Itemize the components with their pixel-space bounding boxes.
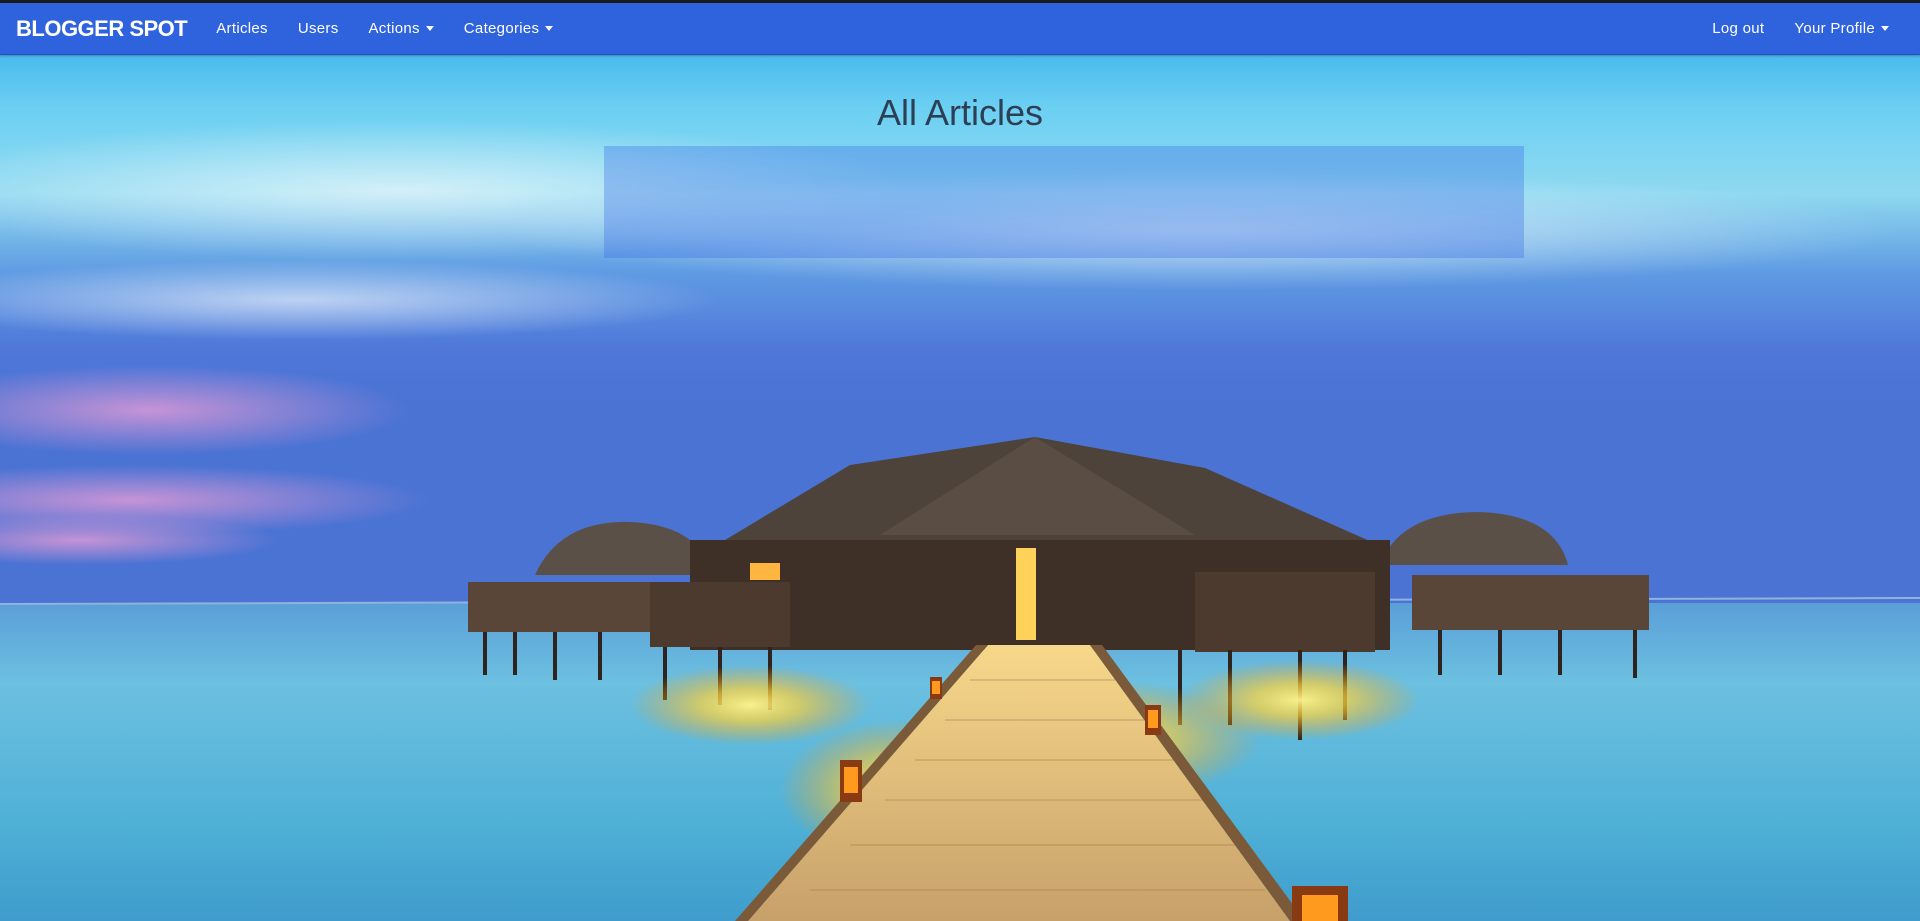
nav-item-actions-dropdown[interactable]: Actions (354, 20, 449, 37)
nav-item-label: Your Profile (1794, 20, 1875, 37)
brand-logo[interactable]: BLOGGER SPOT (16, 16, 188, 42)
caret-down-icon (1881, 26, 1889, 31)
caret-down-icon (545, 26, 554, 31)
nav-item-articles[interactable]: Articles (201, 20, 283, 37)
nav-left: Articles Users Actions Categories (201, 20, 568, 37)
navbar: BLOGGER SPOT Articles Users Actions Cate… (0, 3, 1920, 55)
background-photo (0, 0, 1920, 921)
nav-right: Log out Your Profile (1697, 20, 1904, 37)
nav-item-users[interactable]: Users (283, 20, 354, 37)
nav-item-label: Log out (1712, 20, 1765, 37)
caret-down-icon (425, 26, 434, 31)
nav-item-categories-dropdown[interactable]: Categories (449, 20, 569, 37)
nav-item-label: Categories (463, 20, 540, 37)
nav-item-label: Articles (216, 20, 268, 37)
nav-item-profile-dropdown[interactable]: Your Profile (1779, 20, 1904, 37)
page: BLOGGER SPOT Articles Users Actions Cate… (0, 0, 1920, 921)
page-title: All Articles (0, 92, 1920, 134)
nav-item-logout[interactable]: Log out (1697, 20, 1779, 37)
articles-panel (604, 146, 1524, 258)
nav-item-label: Actions (368, 20, 420, 37)
nav-item-label: Users (297, 20, 339, 37)
page-title-text: All Articles (876, 92, 1044, 133)
